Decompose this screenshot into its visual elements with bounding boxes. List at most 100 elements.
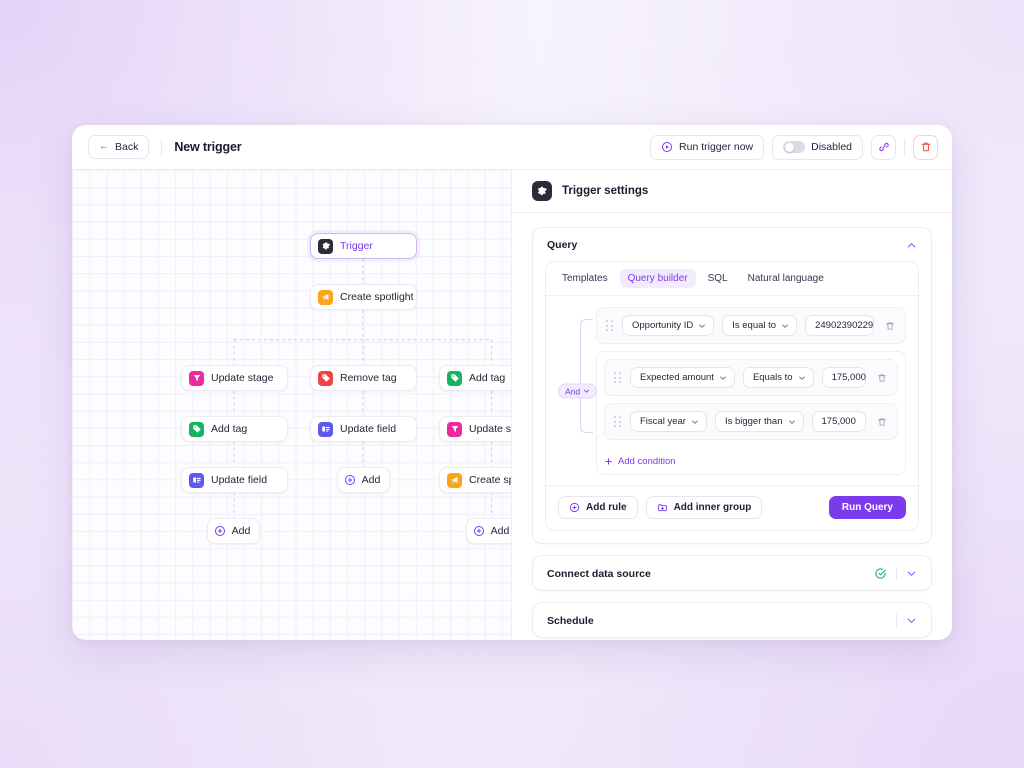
- tab-sql[interactable]: SQL: [700, 269, 736, 288]
- query-builder-body: And Opportunity ID Is equal to 249023902…: [546, 296, 918, 485]
- chevron-down-icon: [699, 324, 706, 328]
- trigger-settings-panel: Trigger settings Query Templates Query b…: [512, 170, 952, 640]
- flow-node-update-field[interactable]: Update field: [310, 416, 417, 442]
- flow-node-label: Add tag: [211, 423, 248, 435]
- flow-node-label: Create spotlight: [340, 291, 414, 303]
- flow-node-update-field[interactable]: Update field: [181, 467, 288, 493]
- condition-operator-select[interactable]: Is bigger than: [714, 411, 804, 432]
- run-trigger-now-label: Run trigger now: [679, 141, 754, 153]
- plus-circle-icon: [569, 502, 580, 513]
- query-builder-footer: Add rule Add inner group Run Query: [546, 485, 918, 530]
- gear-icon: [532, 181, 552, 201]
- query-builder: Templates Query builder SQL Natural lang…: [545, 261, 919, 531]
- delete-condition-button[interactable]: [874, 414, 889, 429]
- tag-plus-icon: [447, 370, 462, 386]
- query-section-controls: [906, 240, 917, 251]
- condition-field-value: Fiscal year: [640, 416, 686, 427]
- trash-icon: [921, 142, 930, 152]
- add-rule-button[interactable]: Add rule: [558, 496, 638, 519]
- add-condition-label: Add condition: [618, 456, 676, 467]
- delete-trigger-button[interactable]: [913, 134, 938, 160]
- copy-link-button[interactable]: [871, 134, 896, 160]
- connect-data-source-header[interactable]: Connect data source: [533, 556, 931, 590]
- add-rule-label: Add rule: [586, 502, 627, 513]
- condition-row: Opportunity ID Is equal to 24902390229: [596, 307, 906, 344]
- connect-data-source-section: Connect data source: [532, 555, 932, 591]
- app-window: ← Back New trigger Run trigger now Disab…: [72, 125, 952, 640]
- flow-node-add-tag[interactable]: Add tag: [439, 365, 511, 391]
- drag-handle-icon[interactable]: [613, 415, 622, 429]
- schedule-section: Schedule: [532, 602, 932, 638]
- condition-operator-value: Is bigger than: [724, 416, 783, 427]
- flow-node-update-stage[interactable]: Update stage: [181, 365, 288, 391]
- delete-condition-button[interactable]: [882, 318, 897, 333]
- flow-node-label: Create spotlight: [469, 474, 511, 486]
- schedule-label: Schedule: [547, 614, 594, 627]
- enabled-toggle[interactable]: Disabled: [772, 134, 863, 160]
- megaphone-icon: [447, 472, 462, 488]
- flow-canvas[interactable]: Trigger Create spotlight Update stage Re…: [72, 170, 512, 640]
- toggle-switch[interactable]: [783, 141, 806, 153]
- back-button[interactable]: ← Back: [88, 135, 150, 159]
- plus-circle-icon: [344, 475, 355, 485]
- drag-handle-icon[interactable]: [613, 371, 622, 385]
- group-operator-select[interactable]: And: [558, 383, 598, 399]
- arrow-left-icon: ←: [99, 141, 109, 152]
- delete-condition-button[interactable]: [874, 370, 889, 385]
- chevron-up-icon[interactable]: [906, 240, 917, 251]
- drag-handle-icon[interactable]: [605, 319, 614, 333]
- toggle-label: Disabled: [811, 141, 852, 153]
- header-action-divider: [904, 139, 905, 155]
- inner-condition-group: Expected amount Equals to 175,000 Fiscal…: [596, 351, 906, 475]
- query-section-header[interactable]: Query: [533, 228, 931, 261]
- connect-data-source-label: Connect data source: [547, 567, 651, 580]
- chevron-down-icon: [782, 324, 788, 328]
- trash-icon: [877, 417, 886, 426]
- schedule-header[interactable]: Schedule: [533, 603, 931, 637]
- flow-add-node-button[interactable]: Add: [337, 467, 390, 493]
- play-circle-icon: [662, 142, 673, 152]
- condition-field-select[interactable]: Expected amount: [630, 367, 735, 388]
- condition-operator-select[interactable]: Is equal to: [722, 315, 798, 336]
- condition-value-input[interactable]: 24902390229: [805, 315, 874, 336]
- flow-add-node-button[interactable]: Add: [466, 518, 511, 544]
- panel-title: Trigger settings: [562, 185, 649, 197]
- group-operator-label: And: [565, 386, 581, 396]
- add-inner-group-button[interactable]: Add inner group: [645, 496, 763, 519]
- chevron-down-icon[interactable]: [906, 568, 917, 579]
- tab-natural-language[interactable]: Natural language: [740, 269, 832, 288]
- flow-node-label: Update stage: [211, 372, 274, 384]
- flow-add-node-button[interactable]: Add: [207, 518, 260, 544]
- chevron-down-icon: [692, 420, 698, 424]
- header-divider: [161, 138, 163, 156]
- flow-node-update-stage[interactable]: Update stage: [439, 416, 512, 442]
- panel-content: Query Templates Query builder SQL Natura…: [512, 213, 952, 640]
- chevron-down-icon[interactable]: [906, 615, 917, 626]
- add-condition-button[interactable]: Add condition: [604, 456, 898, 467]
- flow-node-remove-tag[interactable]: Remove tag: [310, 365, 417, 391]
- run-trigger-now-button[interactable]: Run trigger now: [650, 134, 765, 160]
- field-icon: [189, 472, 204, 488]
- schedule-controls: [896, 614, 917, 627]
- flow-node-create-spotlight[interactable]: Create spotlight: [310, 284, 417, 310]
- condition-operator-value: Is equal to: [732, 320, 777, 331]
- tab-templates[interactable]: Templates: [554, 269, 616, 288]
- group-bracket: [580, 319, 593, 433]
- panel-header: Trigger settings: [512, 170, 952, 213]
- condition-value-input[interactable]: 175,000: [821, 367, 866, 388]
- flow-node-create-spotlight[interactable]: Create spotlight: [439, 467, 511, 493]
- flow-node-label: Update stage: [469, 423, 512, 435]
- condition-field-select[interactable]: Opportunity ID: [622, 315, 715, 336]
- tab-query-builder[interactable]: Query builder: [619, 269, 696, 288]
- flow-node-add-tag[interactable]: Add tag: [181, 416, 288, 442]
- header-actions: Run trigger now Disabled: [650, 134, 938, 160]
- query-section: Query Templates Query builder SQL Natura…: [532, 227, 932, 544]
- condition-field-select[interactable]: Fiscal year: [630, 411, 707, 432]
- flow-node-label: Update field: [211, 474, 268, 486]
- condition-value-input[interactable]: 175,000: [811, 411, 866, 432]
- flow-node-label: Trigger: [340, 240, 373, 252]
- condition-operator-select[interactable]: Equals to: [742, 367, 814, 388]
- flow-node-trigger[interactable]: Trigger: [310, 233, 417, 259]
- condition-group: And Opportunity ID Is equal to 249023902…: [558, 307, 906, 475]
- run-query-button[interactable]: Run Query: [828, 496, 906, 519]
